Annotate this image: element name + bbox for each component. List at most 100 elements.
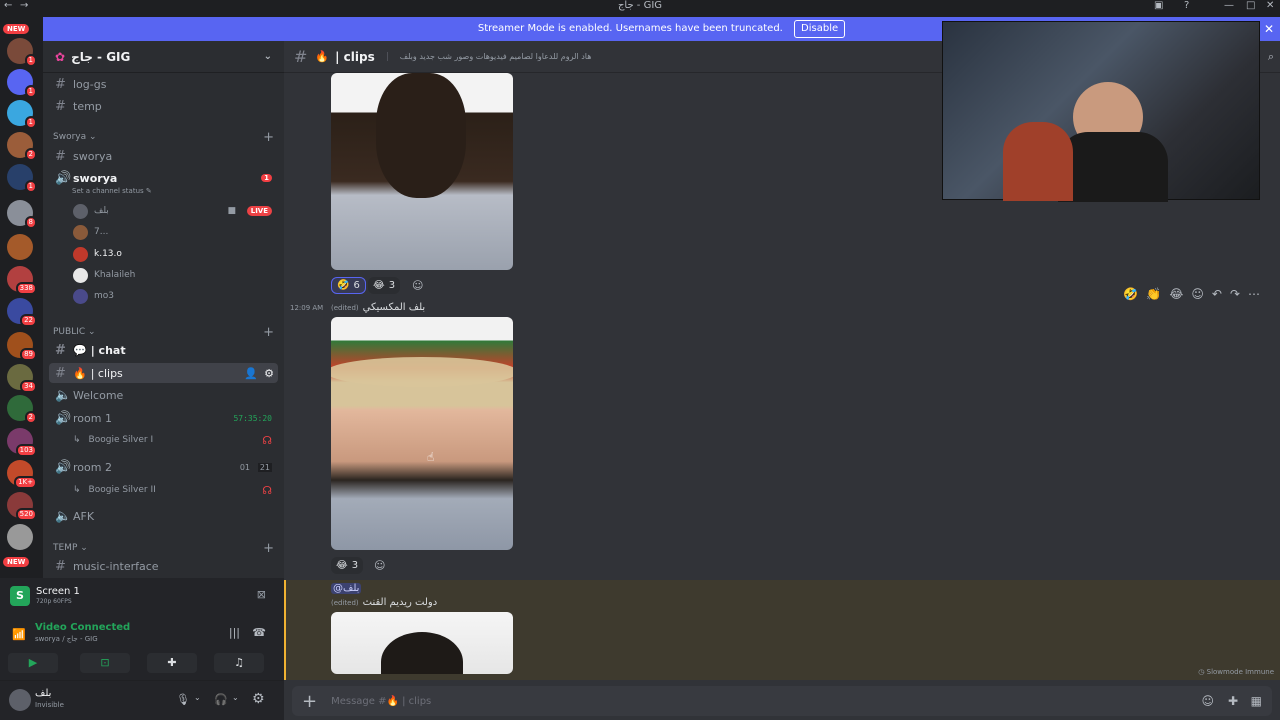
server-icon[interactable]: 1 xyxy=(7,100,37,129)
server-icon[interactable]: 2 xyxy=(7,395,37,424)
fire-icon: 🔥 xyxy=(73,366,87,380)
voice-status-subtitle[interactable]: sworya / جاج - GIG xyxy=(35,635,98,643)
category-sworya[interactable]: Sworya ⌄ + xyxy=(53,130,274,145)
screen-quality: 720p 60FPS xyxy=(36,598,72,605)
channel-sworya-voice[interactable]: 🔊 sworya 1 xyxy=(49,168,278,188)
activities-button[interactable]: ✚ xyxy=(147,653,197,673)
add-reaction-icon[interactable]: ☺ xyxy=(374,559,385,572)
maximize-icon[interactable]: □ xyxy=(1246,0,1255,11)
emoji-reaction-icon[interactable]: 👏 xyxy=(1146,287,1161,301)
avatar[interactable] xyxy=(9,689,31,711)
attachment-image[interactable] xyxy=(331,73,513,270)
channel-music-interface[interactable]: # music-interface xyxy=(49,556,278,576)
message-mention[interactable]: @بلف xyxy=(331,583,362,594)
add-reaction-icon[interactable]: ☺ xyxy=(412,279,423,292)
channel-room-2[interactable]: 🔊 room 2 01 21 xyxy=(49,457,278,477)
channel-chat[interactable]: # 💬 | chat xyxy=(49,340,278,360)
guild-header[interactable]: ✿ جاج - GIG ⌄ xyxy=(43,41,284,73)
server-icon[interactable]: 103 xyxy=(7,428,37,457)
reaction-button[interactable]: 🤣 6 xyxy=(331,277,366,294)
unread-badge: 1 xyxy=(261,174,272,182)
add-reaction-icon[interactable]: ☺ xyxy=(1191,287,1204,301)
search-icon[interactable]: ⌕ xyxy=(1268,50,1274,64)
server-icon[interactable] xyxy=(7,234,33,260)
gift-icon[interactable]: ▦ xyxy=(1251,694,1262,708)
close-banner-icon[interactable]: ✕ xyxy=(1264,17,1274,41)
gear-icon[interactable]: ⚙ xyxy=(252,691,265,707)
chevron-down-icon[interactable]: ⌄ xyxy=(232,693,239,702)
channel-afk[interactable]: 🔈 AFK xyxy=(49,506,278,526)
voice-user[interactable]: ↳ Boogie Silver II xyxy=(73,481,156,499)
voice-user[interactable]: بلف xyxy=(73,202,109,220)
noise-suppression-icon[interactable]: ||| xyxy=(229,626,240,639)
server-icon[interactable]: 1 xyxy=(7,164,37,193)
stop-stream-icon[interactable]: ⊠ xyxy=(257,588,266,601)
server-icon[interactable]: 2 xyxy=(7,132,37,161)
add-channel-icon[interactable]: + xyxy=(263,541,274,556)
server-icon[interactable]: 1K+ xyxy=(7,460,37,489)
server-icon[interactable]: 8 xyxy=(7,200,37,229)
voice-user[interactable]: ↳ Boogie Silver I xyxy=(73,431,153,449)
channel-room-1[interactable]: 🔊 room 1 57:35:20 xyxy=(49,408,278,428)
channel-status[interactable]: Set a channel status ✎ xyxy=(72,187,152,195)
channel-welcome[interactable]: 🔈 Welcome xyxy=(49,385,278,405)
voice-user[interactable]: Khalaileh xyxy=(73,266,135,284)
emoji-icon[interactable]: ☺ xyxy=(1201,694,1214,708)
channel-sworya-text[interactable]: # sworya xyxy=(49,146,278,166)
hash-icon: # xyxy=(55,342,66,358)
invite-icon[interactable]: 👤 xyxy=(244,367,258,380)
disable-streamer-mode-button[interactable]: Disable xyxy=(794,20,846,38)
category-temp[interactable]: TEMP ⌄ + xyxy=(53,541,274,556)
add-attachment-icon[interactable]: + xyxy=(302,691,317,712)
channel-temp[interactable]: # temp xyxy=(49,96,278,116)
forward-icon[interactable]: ↷ xyxy=(1230,287,1240,301)
server-icon[interactable]: 520 xyxy=(7,492,37,521)
message-composer[interactable]: + Message #🔥 | clips ☺ ✚ ▦ xyxy=(292,686,1272,716)
reaction-button[interactable]: 😂 3 xyxy=(368,277,401,294)
attachment-image[interactable] xyxy=(331,612,513,674)
apps-icon[interactable]: ✚ xyxy=(1228,694,1238,708)
emoji-joy-icon[interactable]: 😂 xyxy=(1169,287,1183,301)
microphone-icon[interactable]: 🎙 xyxy=(176,693,190,706)
close-window-icon[interactable]: ✕ xyxy=(1266,0,1274,11)
screen-avatar: S xyxy=(10,586,30,606)
channel-clips[interactable]: # 🔥 | clips 👤 ⚙ xyxy=(49,363,278,383)
soundboard-button[interactable]: ♫ xyxy=(214,653,264,673)
server-icon[interactable]: 1 xyxy=(7,69,37,98)
add-channel-icon[interactable]: + xyxy=(263,130,274,145)
minimize-icon[interactable]: — xyxy=(1224,0,1234,11)
reply-icon[interactable]: ↶ xyxy=(1212,287,1222,301)
mention-badge: 2 xyxy=(24,411,37,424)
disconnect-icon[interactable]: ☎ xyxy=(252,626,266,639)
server-icon[interactable]: 89 xyxy=(7,332,37,361)
voice-user[interactable]: mo3 xyxy=(73,287,114,305)
category-public[interactable]: PUBLIC ⌄ + xyxy=(53,325,274,340)
chevron-down-icon[interactable]: ⌄ xyxy=(194,693,201,702)
channel-log-gs[interactable]: # log-gs xyxy=(49,74,278,94)
server-icon[interactable]: 22 xyxy=(7,298,37,327)
inbox-icon[interactable]: ▣ xyxy=(1154,0,1163,11)
screen-share-button[interactable]: ⊡ xyxy=(80,653,130,673)
add-channel-icon[interactable]: + xyxy=(263,325,274,340)
server-icon[interactable] xyxy=(7,524,33,550)
channel-topic[interactable]: هاد الروم للدعاوا لصاميم فيديوهات وصور ش… xyxy=(386,52,591,61)
server-icon[interactable]: 34 xyxy=(7,364,37,393)
bot-icon: ↳ xyxy=(73,435,81,445)
voice-user[interactable]: 7... xyxy=(73,223,108,241)
voice-status-title[interactable]: Video Connected xyxy=(35,622,130,633)
server-icon[interactable]: 338 xyxy=(7,266,37,295)
chevron-down-icon[interactable]: ⌄ xyxy=(264,51,272,62)
message-input[interactable]: Message #🔥 | clips xyxy=(331,696,431,707)
attachment-image[interactable]: ☝ xyxy=(331,317,513,550)
camera-button[interactable]: ▶ xyxy=(8,653,58,673)
voice-user[interactable]: k.13.o xyxy=(73,245,122,263)
help-icon[interactable]: ? xyxy=(1184,0,1189,11)
headphones-icon[interactable]: 🎧 xyxy=(214,693,228,706)
portrait-head xyxy=(376,73,466,198)
reaction-button[interactable]: 😂 3 xyxy=(331,557,364,574)
more-icon[interactable]: ⋯ xyxy=(1248,287,1260,301)
server-icon[interactable]: 1 xyxy=(7,38,37,67)
gear-icon[interactable]: ⚙ xyxy=(264,367,274,380)
emoji-rofl-icon[interactable]: 🤣 xyxy=(1123,287,1138,301)
mention-badge: 520 xyxy=(15,508,37,521)
